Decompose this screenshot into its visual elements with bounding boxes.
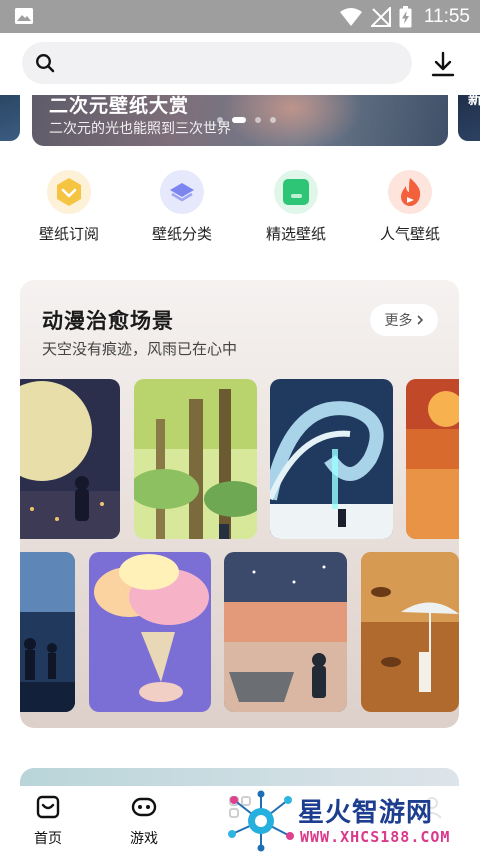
more-label: 更多 [384, 313, 413, 329]
nav-label: 首页 [34, 831, 62, 847]
nav-label: 游戏 [130, 831, 158, 847]
quick-nav-popular[interactable]: 人气壁纸 [360, 170, 460, 244]
night-kids-wallpaper[interactable] [20, 552, 75, 712]
card-subtitle: 天空没有痕迹，风雨已在心中 [42, 340, 238, 358]
subscribe-icon [47, 170, 91, 214]
boat-sea-wallpaper[interactable] [224, 552, 347, 712]
watermark-logo [228, 790, 294, 852]
quick-nav-subscribe[interactable]: 壁纸订阅 [19, 170, 119, 244]
battery-charging-icon [399, 6, 412, 28]
download-icon[interactable] [430, 51, 456, 77]
layers-icon [160, 170, 204, 214]
anime-scenes-card: 动漫治愈场景 天空没有痕迹，风雨已在心中 更多 [20, 280, 459, 728]
carousel-indicator [217, 117, 276, 123]
sunset-red-wallpaper[interactable] [406, 379, 459, 539]
wallet-icon [274, 170, 318, 214]
search-header [0, 33, 480, 95]
banner-slide[interactable]: 二次元壁纸大赏 二次元的光也能照到三次世界 [32, 95, 448, 146]
no-signal-icon [370, 7, 391, 27]
cloud-icecream-wallpaper[interactable] [89, 552, 211, 712]
quick-nav-featured[interactable]: 精选壁纸 [246, 170, 346, 244]
status-bar: 11:55 [0, 0, 480, 33]
nav-games[interactable]: 游戏 [114, 794, 174, 848]
card-title: 动漫治愈场景 [42, 309, 174, 333]
quick-nav-label: 壁纸订阅 [38, 225, 99, 243]
search-input[interactable] [22, 42, 412, 84]
banner-prev-slide[interactable] [0, 95, 20, 141]
carousel-dot [217, 117, 223, 123]
more-button[interactable]: 更多 [370, 304, 438, 336]
forest-wallpaper[interactable] [134, 379, 257, 539]
carousel-dot-active [232, 117, 246, 123]
watermark: 星火智游网 WWW.XHCS188.COM [226, 790, 480, 853]
watermark-title: 星火智游网 [298, 798, 434, 828]
banner-next-title: 新 [468, 95, 480, 108]
umbrella-autumn-wallpaper[interactable] [361, 552, 459, 712]
watermark-url: WWW.XHCS188.COM [300, 828, 451, 846]
wave-wallpaper[interactable] [270, 379, 393, 539]
carousel-dot [270, 117, 276, 123]
banner-next-slide[interactable]: 新 [458, 95, 480, 141]
flame-icon [388, 170, 432, 214]
carousel-dot [255, 117, 261, 123]
banner-title: 二次元壁纸大赏 [49, 95, 190, 117]
clock-time: 11:55 [423, 6, 470, 27]
quick-nav-label: 人气壁纸 [379, 225, 440, 243]
banner-subtitle: 二次元的光也能照到三次世界 [49, 121, 231, 137]
home-icon [36, 795, 60, 819]
gamepad-icon [131, 797, 157, 817]
wifi-icon [339, 8, 362, 26]
nav-home[interactable]: 首页 [18, 794, 78, 848]
quick-nav-label: 精选壁纸 [265, 225, 326, 243]
quick-nav: 壁纸订阅 壁纸分类 精选壁纸 人气壁纸 [0, 170, 480, 250]
quick-nav-category[interactable]: 壁纸分类 [132, 170, 232, 244]
image-icon [15, 8, 33, 24]
search-icon[interactable] [35, 53, 55, 73]
full-moon-wallpaper[interactable] [20, 379, 120, 539]
chevron-right-icon [416, 315, 423, 325]
banner-carousel[interactable]: 二次元壁纸大赏 二次元的光也能照到三次世界 新 [0, 95, 480, 155]
quick-nav-label: 壁纸分类 [151, 225, 212, 243]
